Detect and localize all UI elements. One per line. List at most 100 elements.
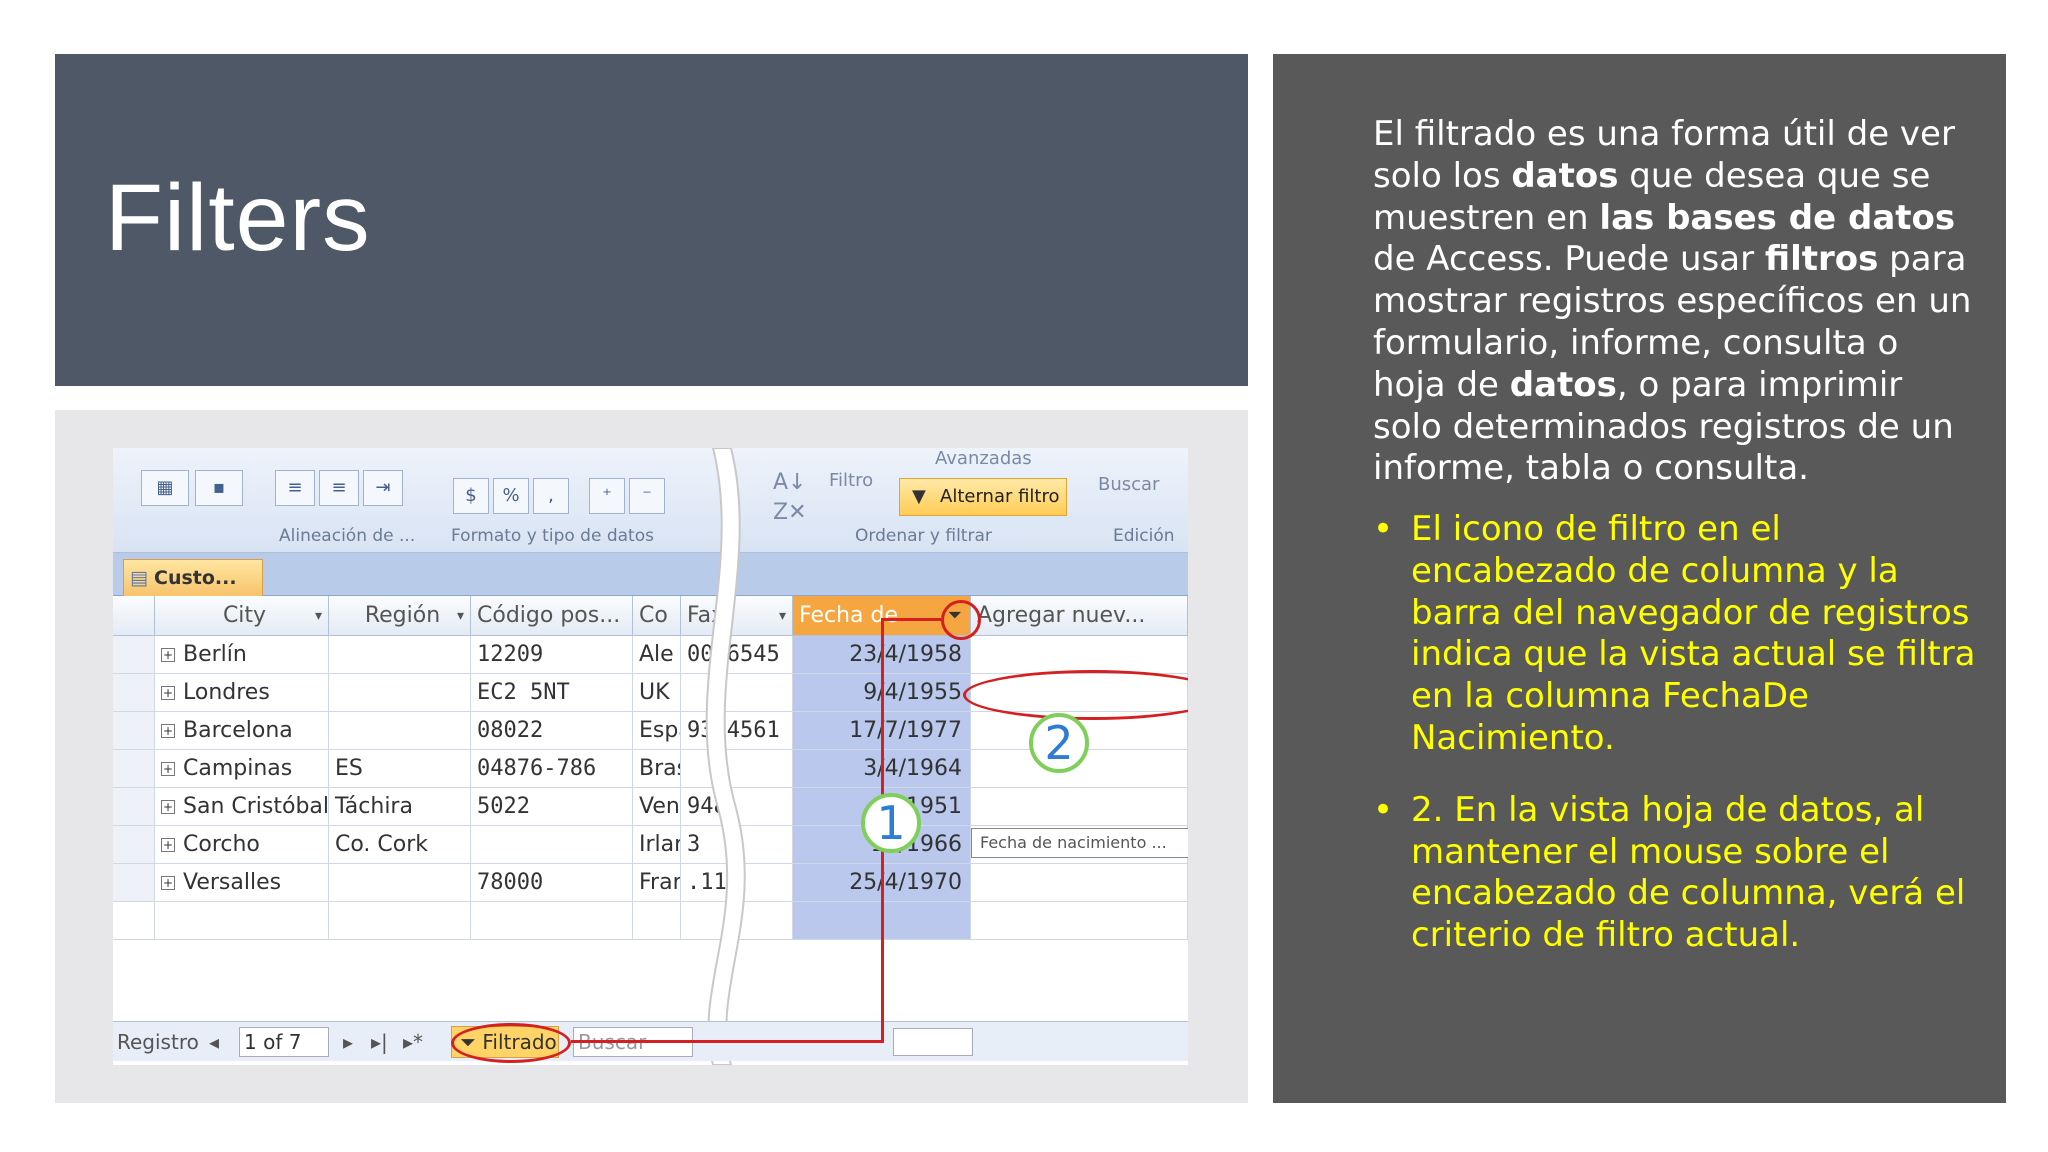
cell-postal-code[interactable]: EC2 5NT bbox=[471, 674, 633, 712]
cell-add-new[interactable] bbox=[971, 636, 1188, 674]
cell-region[interactable]: ES bbox=[329, 750, 471, 788]
percent-icon: % bbox=[493, 478, 529, 514]
next-record-icon[interactable]: ▸ bbox=[343, 1022, 353, 1062]
cell-postal-code[interactable]: 12209 bbox=[471, 636, 633, 674]
last-record-icon[interactable]: ▸| bbox=[371, 1022, 388, 1062]
dropdown-arrow-icon: ▾ bbox=[314, 608, 322, 624]
document-tab-customers[interactable]: ▤ Custo... bbox=[123, 559, 263, 597]
callout-number-1: 1 bbox=[861, 793, 921, 853]
cell-text: Londres bbox=[183, 680, 270, 705]
cell-city[interactable]: + Barcelona bbox=[155, 712, 329, 750]
cell-text: 78000 bbox=[477, 870, 544, 895]
align-left-icon: ≡ bbox=[275, 470, 315, 506]
cell-text: 25/4/1970 bbox=[849, 870, 962, 895]
filter-button[interactable]: Filtro bbox=[829, 470, 873, 491]
cell-city[interactable]: + Londres bbox=[155, 674, 329, 712]
sort-az-icon: A↓ bbox=[773, 470, 807, 495]
cell-region[interactable] bbox=[329, 636, 471, 674]
bold-text: filtros bbox=[1764, 239, 1879, 280]
cell-region[interactable]: Co. Cork bbox=[329, 826, 471, 864]
comma-icon: , bbox=[533, 478, 569, 514]
text-panel: El filtrado es una forma útil de ver sol… bbox=[1273, 54, 2006, 1103]
column-header-region[interactable]: Región ▾ bbox=[329, 596, 471, 636]
cell-postal-code[interactable]: 04876-786 bbox=[471, 750, 633, 788]
row-selector[interactable] bbox=[113, 826, 155, 864]
new-record-cell[interactable] bbox=[113, 902, 155, 940]
cell-region[interactable] bbox=[329, 712, 471, 750]
slide-title: Filters bbox=[105, 165, 371, 271]
column-header-add-new[interactable]: Agregar nuev... bbox=[971, 596, 1188, 636]
new-record-cell[interactable] bbox=[471, 902, 633, 940]
row-selector[interactable] bbox=[113, 750, 155, 788]
expand-icon[interactable]: + bbox=[161, 762, 175, 776]
align-center-icon: ≡ bbox=[319, 470, 359, 506]
document-tab-label: Custo... bbox=[154, 567, 237, 589]
navigator-label: Registro bbox=[117, 1030, 199, 1054]
expand-icon[interactable]: + bbox=[161, 724, 175, 738]
cell-postal-code[interactable]: 78000 bbox=[471, 864, 633, 902]
cell-add-new[interactable] bbox=[971, 788, 1188, 826]
horizontal-scrollbar[interactable] bbox=[893, 1028, 973, 1056]
cell-postal-code[interactable]: 5022 bbox=[471, 788, 633, 826]
bullet-text: 2. En la vista hoja de datos, al mantene… bbox=[1411, 789, 1966, 956]
image-panel: ▦ ▪ ≡ ≡ ⇥ $ % , ⁺ ⁻ A↓ Z✕ Filtro Avanzad… bbox=[55, 410, 1248, 1103]
first-record-icon[interactable]: ◂ bbox=[209, 1022, 219, 1062]
bold-text: datos bbox=[1509, 364, 1617, 405]
expand-icon[interactable]: + bbox=[161, 876, 175, 890]
torn-edge-decoration bbox=[705, 448, 746, 1065]
expand-icon[interactable]: + bbox=[161, 838, 175, 852]
cell-city[interactable]: + Versalles bbox=[155, 864, 329, 902]
filter-icon-highlight-circle bbox=[941, 600, 981, 640]
cell-city[interactable]: + San Cristóbal bbox=[155, 788, 329, 826]
dropdown-arrow-icon: ▾ bbox=[778, 608, 786, 624]
new-record-icon[interactable]: ▸* bbox=[403, 1022, 423, 1062]
slide: Filters ▦ ▪ ≡ ≡ ⇥ $ % , ⁺ ⁻ A↓ Z✕ Filtro… bbox=[0, 0, 2048, 1152]
row-selector[interactable] bbox=[113, 788, 155, 826]
cell-add-new[interactable] bbox=[971, 864, 1188, 902]
find-button[interactable]: Buscar bbox=[1098, 474, 1159, 495]
row-selector[interactable] bbox=[113, 712, 155, 750]
bullet-marker: • bbox=[1373, 789, 1394, 830]
row-selector[interactable] bbox=[113, 636, 155, 674]
column-header-postal-code[interactable]: Código pos... bbox=[471, 596, 633, 636]
cell-region[interactable] bbox=[329, 864, 471, 902]
cell-postal-code[interactable]: 08022 bbox=[471, 712, 633, 750]
cell-text: Campinas bbox=[183, 756, 293, 781]
cell-text: Táchira bbox=[335, 794, 413, 819]
currency-icon: $ bbox=[453, 478, 489, 514]
cell-text: 9/4/1955 bbox=[863, 680, 962, 705]
clear-sort-icon: Z✕ bbox=[773, 500, 807, 525]
expand-icon[interactable]: + bbox=[161, 800, 175, 814]
cell-text: 04876-786 bbox=[477, 756, 597, 781]
expand-icon[interactable]: + bbox=[161, 686, 175, 700]
bold-text: las bases de datos bbox=[1599, 197, 1956, 238]
cell-city[interactable]: + Campinas bbox=[155, 750, 329, 788]
cell-text: 12209 bbox=[477, 642, 544, 667]
document-tab-bar: ▤ Custo... bbox=[113, 553, 1188, 597]
cell-city[interactable]: + Berlín bbox=[155, 636, 329, 674]
cell-text: San Cristóbal bbox=[183, 794, 329, 819]
paragraph-text: de Access. Puede usar bbox=[1373, 239, 1765, 280]
row-selector[interactable] bbox=[113, 864, 155, 902]
bullet-list: • El icono de filtro en el encabezado de … bbox=[1373, 509, 1983, 987]
cell-region[interactable] bbox=[329, 674, 471, 712]
cell-city[interactable]: + Corcho bbox=[155, 826, 329, 864]
new-record-cell[interactable] bbox=[971, 902, 1188, 940]
bullet-marker: • bbox=[1373, 509, 1394, 549]
column-header-city[interactable]: City ▾ bbox=[155, 596, 329, 636]
new-record-cell[interactable] bbox=[155, 902, 329, 940]
bold-text: datos bbox=[1511, 155, 1619, 196]
record-position-field[interactable]: 1 of 7 bbox=[239, 1027, 329, 1057]
dropdown-arrow-icon: ▾ bbox=[456, 608, 464, 624]
expand-icon[interactable]: + bbox=[161, 648, 175, 662]
row-selector[interactable] bbox=[113, 674, 155, 712]
toggle-filter-label: Alternar filtro bbox=[940, 486, 1060, 507]
toggle-filter-button[interactable]: ▼ Alternar filtro bbox=[899, 478, 1067, 516]
cell-region[interactable]: Táchira bbox=[329, 788, 471, 826]
advanced-button[interactable]: Avanzadas bbox=[935, 448, 1032, 469]
row-selector-header[interactable] bbox=[113, 596, 155, 636]
cell-text: 3/4/1964 bbox=[863, 756, 962, 781]
new-record-cell[interactable] bbox=[329, 902, 471, 940]
cell-postal-code[interactable] bbox=[471, 826, 633, 864]
body-paragraph: El filtrado es una forma útil de ver sol… bbox=[1373, 114, 1973, 490]
